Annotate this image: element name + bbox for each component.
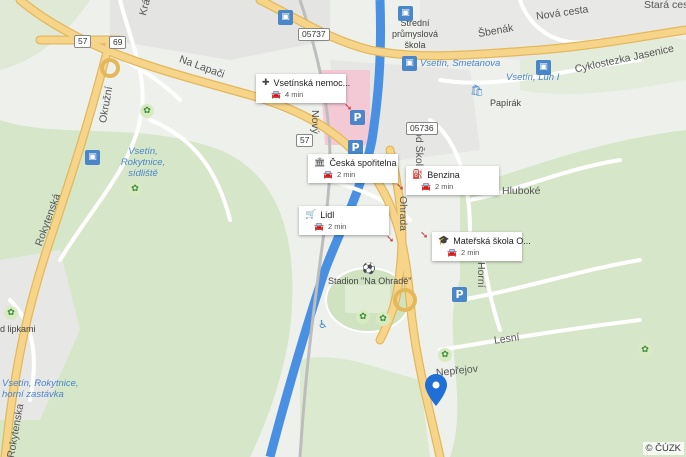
road-shield-57-south: 57 bbox=[296, 134, 314, 147]
poi-card-time: 2 min bbox=[460, 248, 480, 257]
sports-icon[interactable]: ✿ bbox=[376, 312, 390, 326]
direction-arrow-icon: ➘ bbox=[344, 102, 353, 113]
label-rokytnice-horni: Vsetín, Rokytnice, horní zastávka bbox=[2, 378, 79, 400]
map-attribution[interactable]: © ČÚZK bbox=[642, 442, 684, 455]
poi-card-time: 2 min bbox=[336, 170, 356, 179]
school-icon: 🎓 bbox=[438, 236, 450, 246]
poi-card-title: Česká spořitelna bbox=[329, 158, 397, 168]
label-smetanova: Vsetín, Smetanova bbox=[420, 58, 501, 69]
car-icon: 🚘 bbox=[271, 90, 281, 99]
car-icon: 🚘 bbox=[421, 182, 431, 191]
road-shield-69: 69 bbox=[109, 36, 127, 49]
hospital-icon: ✚ bbox=[262, 78, 270, 88]
poi-card-bank[interactable]: 🏛 Česká spořitelna 🚘 2 min bbox=[308, 154, 398, 183]
direction-arrow-icon: ➘ bbox=[420, 230, 429, 241]
location-pin-icon[interactable] bbox=[425, 374, 447, 406]
bus-stop-icon[interactable]: ▣ bbox=[85, 150, 100, 165]
label-lipkami: d lipkami bbox=[0, 324, 36, 334]
bus-stop-icon[interactable]: ▣ bbox=[398, 6, 413, 21]
label-papirak: Papírák bbox=[490, 98, 522, 108]
sports-icon[interactable]: ✿ bbox=[356, 310, 370, 324]
label-ohrada: Ohrada bbox=[397, 196, 409, 232]
poi-card-title: Mateřská škola O... bbox=[453, 236, 531, 246]
poi-card-title: Lidl bbox=[320, 210, 335, 220]
label-stredni-skola: Střední průmyslová škola bbox=[391, 18, 438, 50]
label-horni: Horní bbox=[475, 262, 487, 288]
park-icon[interactable]: ✿ bbox=[438, 348, 452, 362]
playground-icon[interactable]: ✿ bbox=[140, 104, 154, 118]
direction-arrow-icon: ➘ bbox=[396, 182, 405, 193]
poi-card-hospital[interactable]: ✚ Vsetínská nemoc... 🚘 4 min bbox=[256, 74, 350, 103]
poi-card-fuel[interactable]: ⛽ Benzina 🚘 2 min bbox=[406, 166, 499, 195]
map-view[interactable]: Krásná Na Lapači Okružní Vsetín, Rokytni… bbox=[0, 0, 686, 457]
parking-icon[interactable]: P bbox=[348, 140, 363, 155]
poi-card-title: Vsetínská nemoc... bbox=[273, 78, 351, 88]
poi-card-time: 4 min bbox=[284, 90, 304, 99]
car-icon: 🚘 bbox=[314, 222, 324, 231]
road-shield-57: 57 bbox=[74, 35, 92, 48]
stadium-icon[interactable]: ⚽ bbox=[362, 262, 376, 275]
label-hluboke: Hluboké bbox=[502, 185, 541, 197]
poi-card-lidl[interactable]: 🛒 Lidl 🚘 2 min bbox=[299, 206, 389, 235]
park-icon[interactable]: ✿ bbox=[638, 343, 652, 357]
accessibility-icon[interactable]: ♿ bbox=[318, 318, 328, 331]
label-novy: Nový bbox=[309, 110, 321, 134]
road-shield-05737: 05737 bbox=[298, 28, 330, 41]
label-stadion: Stadion "Na Ohradě" bbox=[328, 276, 412, 286]
shopping-cart-icon: 🛒 bbox=[305, 210, 317, 220]
bus-stop-icon[interactable]: ▣ bbox=[278, 10, 293, 25]
fuel-icon: ⛽ bbox=[412, 170, 424, 180]
parking-icon[interactable]: P bbox=[452, 287, 467, 302]
direction-arrow-icon: ➘ bbox=[386, 234, 395, 245]
playground-icon[interactable]: ✿ bbox=[128, 182, 142, 196]
shopping-bag-icon[interactable]: 🛍 bbox=[470, 84, 484, 97]
bus-stop-icon[interactable]: ▣ bbox=[536, 60, 551, 75]
park-icon[interactable]: ✿ bbox=[4, 306, 18, 320]
poi-card-school[interactable]: 🎓 Mateřská škola O... 🚘 2 min bbox=[432, 232, 531, 261]
bank-icon: 🏛 bbox=[314, 158, 326, 168]
poi-card-time: 2 min bbox=[327, 222, 347, 231]
road-shield-05736: 05736 bbox=[406, 122, 438, 135]
bus-stop-icon[interactable]: ▣ bbox=[402, 56, 417, 71]
poi-card-time: 2 min bbox=[434, 182, 454, 191]
label-luh: Vsetín, Luh I bbox=[506, 72, 560, 83]
car-icon: 🚘 bbox=[323, 170, 333, 179]
label-rokytnice-sidliste: Vsetín, Rokytnice, sídliště bbox=[120, 146, 166, 179]
car-icon: 🚘 bbox=[447, 248, 457, 257]
poi-card-title: Benzina bbox=[427, 170, 460, 180]
label-stara-cesta: Stará ces bbox=[644, 0, 686, 11]
